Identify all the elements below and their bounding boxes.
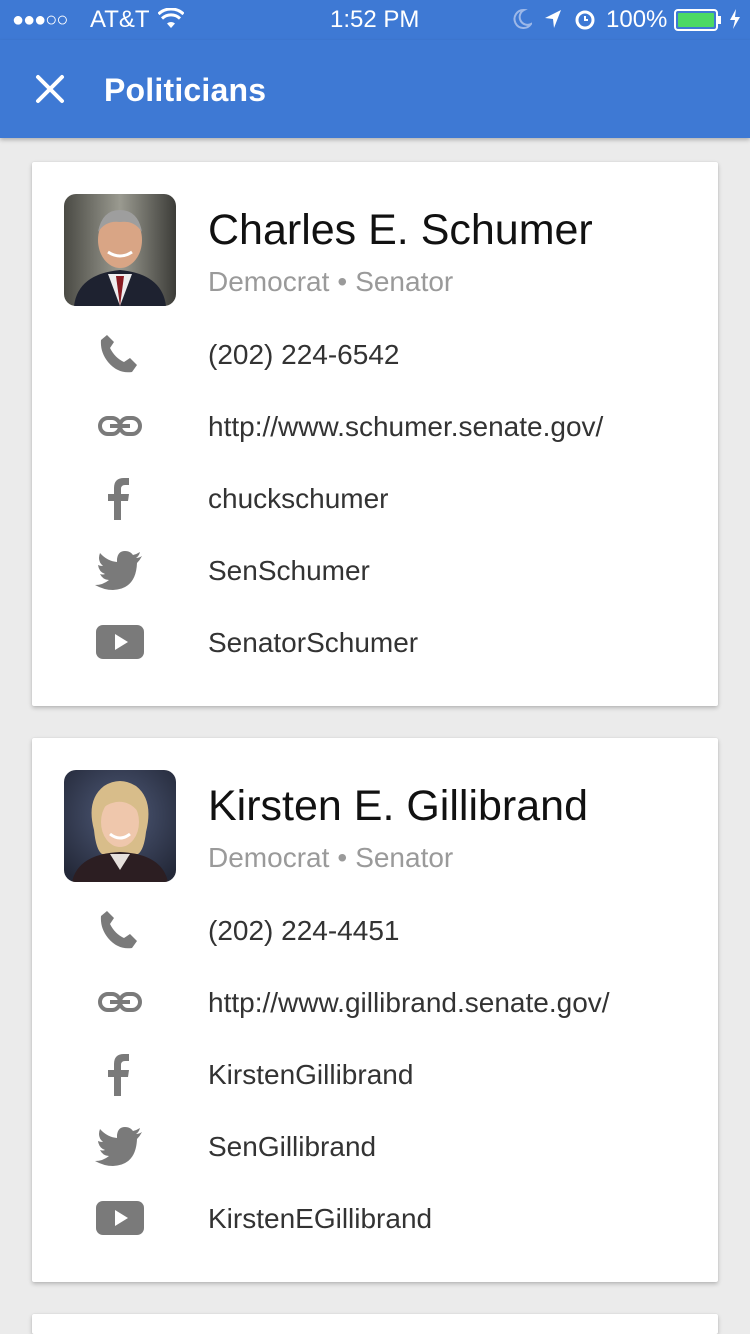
politician-subtitle: Democrat • Senator: [208, 266, 453, 298]
facebook-handle: KirstenGillibrand: [208, 1059, 414, 1090]
twitter-icon: [94, 548, 146, 592]
wifi-icon: [157, 7, 185, 37]
office-label: Senator: [355, 842, 454, 873]
politician-card: Charles E. Schumer Democrat • Senator (202…: [32, 162, 718, 706]
youtube-channel: SenatorSchumer: [208, 627, 419, 658]
phone-row[interactable]: (202) 224-4451: [32, 894, 718, 966]
avatar[interactable]: [64, 770, 176, 882]
politician-subtitle: Democrat • Senator: [208, 842, 453, 874]
phone-number: (202) 224-4451: [208, 915, 400, 946]
link-icon: [94, 404, 146, 448]
youtube-icon: [94, 620, 146, 664]
youtube-channel: KirstenEGillibrand: [208, 1203, 433, 1234]
youtube-row[interactable]: KirstenEGillibrand: [32, 1182, 718, 1254]
link-icon: [94, 980, 146, 1024]
website-link: http://www.gillibrand.senate.gov/: [208, 987, 610, 1018]
location-icon: [543, 8, 563, 37]
alarm-icon: [574, 8, 596, 37]
separator-dot: •: [337, 266, 348, 297]
party-label: Democrat: [208, 842, 330, 873]
avatar[interactable]: [64, 194, 176, 306]
website-link: http://www.schumer.senate.gov/: [208, 411, 604, 442]
website-row[interactable]: http://www.schumer.senate.gov/: [32, 390, 718, 462]
politician-card: Kirsten E. Gillibrand Democrat • Senator (…: [32, 738, 718, 1282]
clock-time: 1:52 PM: [330, 6, 420, 33]
carrier-label: AT&T: [90, 6, 150, 33]
battery-icon: [674, 9, 724, 38]
phone-row[interactable]: (202) 224-6542: [32, 318, 718, 390]
charging-icon: [728, 8, 742, 37]
twitter-row[interactable]: SenGillibrand: [32, 1110, 718, 1182]
facebook-icon: [94, 1052, 146, 1096]
youtube-row[interactable]: SenatorSchumer: [32, 606, 718, 678]
politician-name: Charles E. Schumer: [208, 206, 593, 254]
close-icon: [36, 75, 64, 103]
phone-icon: [94, 908, 146, 952]
youtube-icon: [94, 1196, 146, 1240]
close-button[interactable]: [22, 61, 78, 117]
twitter-row[interactable]: SenSchumer: [32, 534, 718, 606]
facebook-row[interactable]: chuckschumer: [32, 462, 718, 534]
moon-icon: [512, 8, 534, 37]
app-bar: Politicians: [0, 40, 750, 138]
battery-percent: 100%: [606, 6, 668, 33]
office-label: Senator: [355, 266, 454, 297]
party-label: Democrat: [208, 266, 330, 297]
twitter-icon: [94, 1124, 146, 1168]
website-row[interactable]: http://www.gillibrand.senate.gov/: [32, 966, 718, 1038]
facebook-handle: chuckschumer: [208, 483, 389, 514]
twitter-handle: SenSchumer: [208, 555, 370, 586]
politician-card[interactable]: [32, 1314, 718, 1334]
page-title: Politicians: [104, 72, 267, 108]
politician-name: Kirsten E. Gillibrand: [208, 782, 588, 830]
phone-icon: [94, 332, 146, 376]
status-bar: ●●●○○ AT&T 1:52 PM 100%: [0, 0, 750, 40]
facebook-icon: [94, 476, 146, 520]
facebook-row[interactable]: KirstenGillibrand: [32, 1038, 718, 1110]
signal-strength-icon: ●●●○○: [12, 9, 68, 31]
twitter-handle: SenGillibrand: [208, 1131, 377, 1162]
separator-dot: •: [337, 842, 348, 873]
phone-number: (202) 224-6542: [208, 339, 400, 370]
